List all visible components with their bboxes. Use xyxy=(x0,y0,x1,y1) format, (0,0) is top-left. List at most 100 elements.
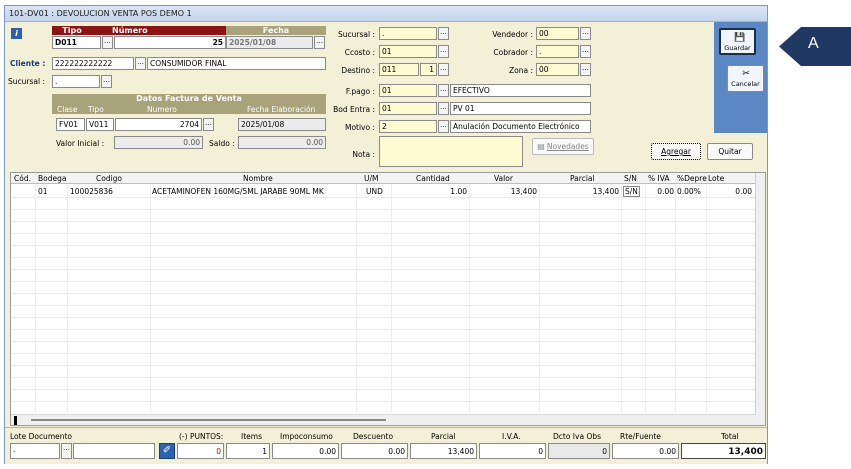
items-field: 1 xyxy=(226,443,270,459)
fecha-header: Fecha xyxy=(226,26,326,35)
vendedor-lookup-button[interactable]: … xyxy=(580,27,591,40)
col-parcial[interactable]: Parcial xyxy=(570,174,595,183)
parcial-label: Parcial xyxy=(431,432,456,441)
sucursal-field[interactable]: . xyxy=(379,27,437,40)
destino-lookup-button[interactable]: … xyxy=(438,63,449,76)
col-sn[interactable]: S/N xyxy=(624,174,637,183)
cell-lote: 0.00 xyxy=(735,187,752,196)
sucursal-label: Sucursal : xyxy=(338,30,375,39)
col-valor[interactable]: Valor xyxy=(494,174,513,183)
items-grid[interactable]: Cód. Bodega Codigo Nombre U/M Cantidad V… xyxy=(10,172,766,426)
cell-valor: 13,400 xyxy=(510,187,537,196)
bodentra-lookup-button[interactable]: … xyxy=(438,102,449,115)
datos-factura-title: Datos Factura de Venta xyxy=(52,94,326,104)
fpago-label: F.pago : xyxy=(345,87,375,96)
attach-icon[interactable]: ✐ xyxy=(159,443,175,459)
total-label: Total xyxy=(721,432,739,441)
quitar-button[interactable]: Quitar xyxy=(707,143,753,160)
tipo-lookup-button[interactable]: … xyxy=(102,36,113,49)
agregar-button[interactable]: Agregar xyxy=(651,143,701,160)
lote-lookup-button[interactable]: … xyxy=(61,443,72,459)
col-lote[interactable]: Lote xyxy=(708,174,724,183)
col-cod[interactable]: Cód. xyxy=(14,174,31,183)
document-window: 101-DV01 : DEVOLUCION VENTA POS DEMO 1 i… xyxy=(4,5,768,464)
col-iva[interactable]: % IVA xyxy=(648,174,670,183)
novedades-button[interactable]: ▤ Novedades xyxy=(532,138,594,155)
fecha-elaboracion-field[interactable]: 2025/01/08 xyxy=(238,118,326,131)
nota-field[interactable] xyxy=(379,136,523,167)
tipo-field[interactable]: D011 xyxy=(52,36,101,49)
cell-parcial: 13,400 xyxy=(592,187,619,196)
motivo-lookup-button[interactable]: … xyxy=(438,120,449,133)
fpago-description: EFECTIVO xyxy=(450,84,591,97)
info-icon[interactable]: i xyxy=(11,28,22,39)
zona-field[interactable]: 00 xyxy=(536,63,579,76)
col-nombre[interactable]: Nombre xyxy=(243,174,273,183)
impoconsumo-label: Impoconsumo xyxy=(280,432,333,441)
ccosto-lookup-button[interactable]: … xyxy=(438,45,449,58)
destino-field[interactable]: 011 xyxy=(379,63,419,76)
numero-header: Número xyxy=(92,26,226,35)
factura-tipo-field[interactable]: V011 xyxy=(86,118,114,131)
col-depre[interactable]: %Depre xyxy=(677,174,707,183)
nota-label: Nota : xyxy=(352,150,375,159)
lote-documento-field[interactable]: . xyxy=(10,443,60,459)
fecha-field[interactable]: 2025/01/08 xyxy=(226,36,313,49)
sucursal-left-field[interactable]: . xyxy=(52,75,100,88)
cliente-code-field[interactable]: 222222222222 xyxy=(52,57,134,70)
cell-codigo: 100025836 xyxy=(70,187,113,196)
save-icon: 💾 xyxy=(734,33,746,43)
bodentra-label: Bod Entra : xyxy=(333,105,375,114)
cell-sn[interactable]: S/N xyxy=(623,186,640,197)
fpago-lookup-button[interactable]: … xyxy=(438,84,449,97)
lote-description-field[interactable] xyxy=(73,443,155,459)
factura-lookup-button[interactable]: … xyxy=(203,118,214,131)
cell-um: UND xyxy=(366,187,383,196)
destino-number-field[interactable]: 1 xyxy=(420,63,437,76)
grid-horizontal-scrollbar[interactable] xyxy=(11,414,756,425)
novedades-label: Novedades xyxy=(546,142,589,151)
quitar-label: Quitar xyxy=(718,147,742,156)
total-field: 13,400 xyxy=(681,443,766,459)
parcial-field: 13,400 xyxy=(410,443,477,459)
fecha-picker-button[interactable]: … xyxy=(314,36,325,49)
tipo-col-label: Tipo xyxy=(88,105,104,114)
scroll-thumb[interactable] xyxy=(31,419,386,421)
valor-inicial-label: Valor Inicial : xyxy=(56,139,105,148)
rte-fuente-label: Rte/Fuente xyxy=(620,432,661,441)
col-cantidad[interactable]: Cantidad xyxy=(416,174,450,183)
items-label: Items xyxy=(241,432,262,441)
cobrador-field[interactable]: . xyxy=(536,45,579,58)
col-bodega[interactable]: Bodega xyxy=(38,174,66,183)
sucursal-lookup-button[interactable]: … xyxy=(438,27,449,40)
cliente-label: Cliente : xyxy=(10,59,46,68)
grid-vertical-scrollbar[interactable] xyxy=(755,173,765,425)
factura-numero-field[interactable]: 2704 xyxy=(115,118,202,131)
zona-lookup-button[interactable]: … xyxy=(580,63,591,76)
cliente-name-field[interactable]: CONSUMIDOR FINAL xyxy=(147,57,326,70)
valor-inicial-field: 0.00 xyxy=(114,136,203,149)
cobrador-lookup-button[interactable]: … xyxy=(580,45,591,58)
cancelar-button[interactable]: ✂ Cancelar xyxy=(727,65,764,92)
vendedor-field[interactable]: 00 xyxy=(536,27,579,40)
cliente-lookup-button[interactable]: … xyxy=(135,57,146,70)
guardar-button[interactable]: 💾 Guardar xyxy=(719,28,756,55)
saldo-label: Saldo : xyxy=(209,139,235,148)
numero-field[interactable]: 25 xyxy=(114,36,226,49)
vendedor-label: Vendedor : xyxy=(492,30,533,39)
sucursal-left-label: Sucursal : xyxy=(8,77,45,86)
zona-label: Zona : xyxy=(509,66,533,75)
sucursal-left-lookup-button[interactable]: … xyxy=(101,75,112,88)
impoconsumo-field: 0.00 xyxy=(272,443,339,459)
action-sidebar: 💾 Guardar ✂ Cancelar xyxy=(714,22,767,133)
col-um[interactable]: U/M xyxy=(364,174,379,183)
clase-field[interactable]: FV01 xyxy=(56,118,85,131)
fpago-field[interactable]: 01 xyxy=(379,84,437,97)
ccosto-field[interactable]: 01 xyxy=(379,45,437,58)
clase-col-label: Clase xyxy=(57,105,78,114)
motivo-field[interactable]: 2 xyxy=(379,120,437,133)
bodentra-field[interactable]: 01 xyxy=(379,102,437,115)
window-title: 101-DV01 : DEVOLUCION VENTA POS DEMO 1 xyxy=(5,6,767,22)
dcto-iva-label: Dcto Iva Obs xyxy=(553,432,602,441)
col-codigo[interactable]: Codigo xyxy=(96,174,122,183)
